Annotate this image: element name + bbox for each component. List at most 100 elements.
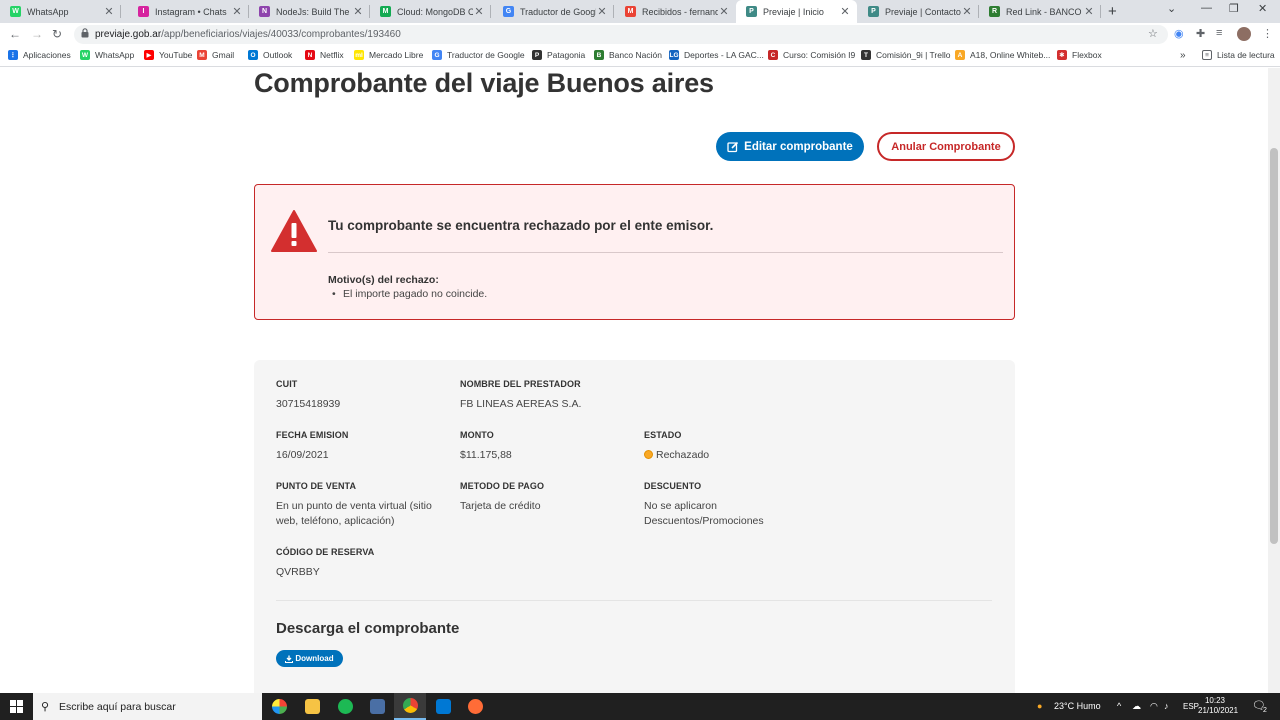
browser-tab[interactable]: W WhatsApp ✕ bbox=[0, 0, 121, 23]
taskbar-app-multitask[interactable] bbox=[263, 693, 295, 720]
network-icon[interactable]: ◠ bbox=[1150, 701, 1158, 712]
descuento-value: No se aplicaron Descuentos/Promociones bbox=[644, 500, 764, 527]
bookmark-label: Gmail bbox=[212, 50, 235, 60]
bookmarks-overflow-icon[interactable]: » bbox=[1180, 50, 1186, 61]
restore-icon[interactable]: ❐ bbox=[1229, 2, 1239, 15]
bookmark-item[interactable]: N Netflix bbox=[305, 50, 344, 60]
taskbar-app-chrome[interactable] bbox=[394, 693, 426, 720]
browser-tab[interactable]: I Instagram • Chats ✕ bbox=[128, 0, 249, 23]
tab-title: Cloud: MongoDB Cloud bbox=[397, 6, 473, 17]
bookmark-item[interactable]: ml Mercado Libre bbox=[354, 50, 423, 60]
browser-tab[interactable]: M Recibidos - fernando ✕ bbox=[615, 0, 736, 23]
forward-icon[interactable]: → bbox=[31, 27, 43, 41]
tab-close-icon[interactable]: ✕ bbox=[1083, 5, 1095, 18]
tab-close-icon[interactable]: ✕ bbox=[473, 5, 485, 18]
bookmark-icon: ▶ bbox=[144, 50, 154, 60]
bookmark-item[interactable]: P Patagonia bbox=[532, 50, 585, 60]
taskbar-app-spotify[interactable] bbox=[329, 693, 361, 720]
tab-close-icon[interactable]: ✕ bbox=[352, 5, 364, 18]
bookmark-item[interactable]: G Traductor de Google bbox=[432, 50, 525, 60]
star-icon[interactable]: ☆ bbox=[1148, 27, 1158, 40]
menu-dots-icon[interactable]: ⋮ bbox=[1262, 27, 1273, 40]
browser-tab[interactable]: R Red Link - BANCO DE✕ bbox=[979, 0, 1101, 23]
tab-title: WhatsApp bbox=[27, 6, 69, 17]
rejection-reason: El importe pagado no coincide. bbox=[332, 288, 487, 300]
rejection-alert: Tu comprobante se encuentra rechazado po… bbox=[254, 184, 1015, 320]
minimize-icon[interactable]: — bbox=[1201, 2, 1212, 14]
download-button[interactable]: Download bbox=[276, 650, 343, 667]
language-indicator[interactable]: ESP bbox=[1183, 702, 1199, 711]
tab-search-icon[interactable]: ⌄ bbox=[1167, 2, 1176, 15]
metodo-label: METODO DE PAGO bbox=[460, 481, 545, 491]
bookmark-item[interactable]: C Curso: Comisión I9 bbox=[768, 50, 855, 60]
download-label: Download bbox=[295, 654, 334, 663]
weather-text[interactable]: 23°C Humo bbox=[1054, 701, 1101, 711]
tab-favicon-icon: I bbox=[138, 6, 149, 17]
bookmark-item[interactable]: T Comisión_9i | Trello bbox=[861, 50, 951, 60]
lock-icon[interactable] bbox=[81, 28, 89, 38]
bookmark-item[interactable]: B Banco Nación bbox=[594, 50, 662, 60]
cancel-voucher-button[interactable]: Anular Comprobante bbox=[877, 132, 1015, 161]
browser-tab[interactable]: P Previaje | Contacto ✕ bbox=[858, 0, 979, 23]
bookmark-label: A18, Online Whiteb... bbox=[970, 50, 1051, 60]
tab-close-icon[interactable]: ✕ bbox=[103, 5, 115, 18]
monto-value: $11.175,88 bbox=[460, 449, 512, 461]
bookmark-item[interactable]: M Gmail bbox=[197, 50, 234, 60]
tab-close-icon[interactable]: ✕ bbox=[961, 5, 973, 18]
bookmark-icon: O bbox=[248, 50, 258, 60]
reading-list[interactable]: ≡ Lista de lectura bbox=[1202, 50, 1275, 60]
bookmark-icon: ✱ bbox=[1057, 50, 1067, 60]
profile-avatar[interactable] bbox=[1237, 27, 1251, 41]
bookmark-item[interactable]: A A18, Online Whiteb... bbox=[955, 50, 1050, 60]
cloud-icon[interactable]: ☁ bbox=[1132, 701, 1141, 712]
browser-tab[interactable]: M Cloud: MongoDB Cloud✕ bbox=[370, 0, 491, 23]
tab-title: Red Link - BANCO DE bbox=[1006, 6, 1083, 17]
notification-count: 2 bbox=[1263, 707, 1267, 714]
url-text[interactable]: previaje.gob.ar/app/beneficiarios/viajes… bbox=[95, 29, 401, 40]
page-scrollbar[interactable] bbox=[1268, 68, 1280, 693]
tab-close-icon[interactable]: ✕ bbox=[839, 5, 851, 18]
bookmark-label: Netflix bbox=[320, 50, 344, 60]
bookmark-item[interactable]: LG Deportes - LA GAC... bbox=[669, 50, 764, 60]
edit-voucher-label: Editar comprobante bbox=[744, 140, 853, 153]
bookmark-icon: B bbox=[594, 50, 604, 60]
reload-icon[interactable]: ↻ bbox=[52, 27, 62, 41]
bookmark-icon: G bbox=[432, 50, 442, 60]
tab-close-icon[interactable]: ✕ bbox=[718, 5, 730, 18]
taskbar-search-input[interactable]: ⚲ Escribe aquí para buscar bbox=[33, 693, 262, 720]
windows-start-icon[interactable] bbox=[10, 700, 23, 713]
close-window-icon[interactable]: ✕ bbox=[1258, 2, 1267, 15]
browser-tab[interactable]: N NodeJs: Build The Com✕ bbox=[249, 0, 370, 23]
volume-icon[interactable]: ♪ bbox=[1164, 701, 1169, 711]
bookmark-item[interactable]: ✱ Flexbox bbox=[1057, 50, 1102, 60]
browser-tab[interactable]: G Traductor de Google ✕ bbox=[493, 0, 614, 23]
tab-favicon-icon: P bbox=[746, 6, 757, 17]
back-icon[interactable]: ← bbox=[9, 27, 21, 41]
edit-voucher-button[interactable]: Editar comprobante bbox=[716, 132, 864, 161]
taskbar-app-explorer[interactable] bbox=[296, 693, 328, 720]
bookmark-label: Mercado Libre bbox=[369, 50, 424, 60]
browser-tab[interactable]: P Previaje | Inicio ✕ bbox=[736, 0, 857, 23]
media-icon[interactable]: ≡ bbox=[1216, 27, 1222, 39]
descuento-label: DESCUENTO bbox=[644, 481, 702, 491]
clock-time: 10:23 bbox=[1204, 696, 1226, 705]
taskbar-app-postman[interactable] bbox=[459, 693, 491, 720]
taskbar-app-calculator[interactable] bbox=[361, 693, 393, 720]
system-clock[interactable]: 10:23 21/10/2021 bbox=[1198, 696, 1238, 716]
taskbar-app-vscode[interactable] bbox=[427, 693, 459, 720]
scrollbar-thumb[interactable] bbox=[1270, 148, 1278, 544]
tab-close-icon[interactable]: ✕ bbox=[231, 5, 243, 18]
edit-icon bbox=[727, 141, 739, 152]
chrome-icon bbox=[402, 698, 418, 713]
tab-close-icon[interactable]: ✕ bbox=[596, 5, 608, 18]
bookmark-item[interactable]: ⋮ Aplicaciones bbox=[8, 50, 71, 60]
bookmark-item[interactable]: O Outlook bbox=[248, 50, 292, 60]
puzzle-icon[interactable]: ✚ bbox=[1196, 27, 1205, 40]
tab-favicon-icon: M bbox=[380, 6, 391, 17]
bookmark-item[interactable]: ▶ YouTube bbox=[144, 50, 192, 60]
new-tab-button[interactable]: + bbox=[1108, 3, 1117, 20]
cuit-label: CUIT bbox=[276, 379, 298, 389]
tray-chevron-icon[interactable]: ^ bbox=[1117, 701, 1121, 711]
bookmark-item[interactable]: W WhatsApp bbox=[80, 50, 134, 60]
extension-icon[interactable]: ◉ bbox=[1174, 27, 1184, 40]
